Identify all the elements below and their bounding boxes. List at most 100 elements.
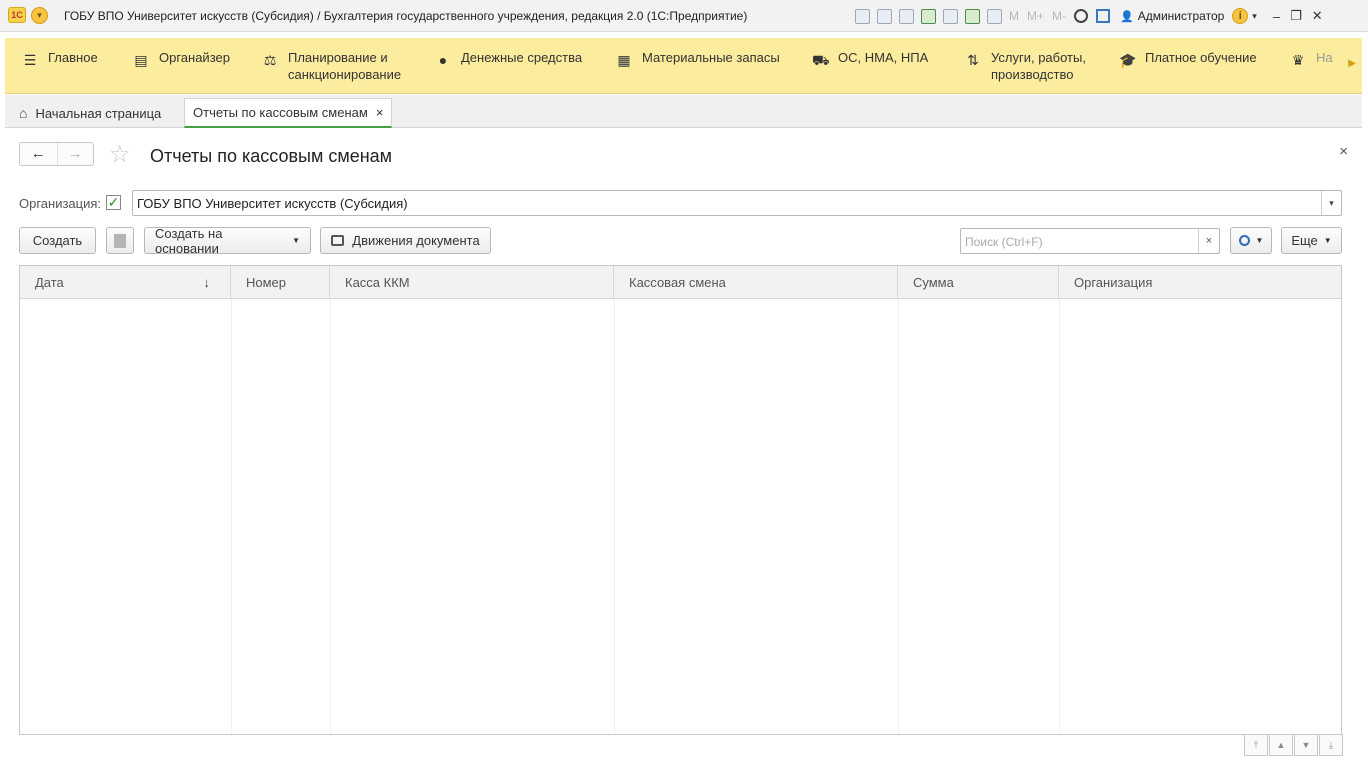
copy-icon[interactable] [943,8,958,24]
memory-m-minus[interactable]: M- [1052,9,1066,23]
document-movements-button[interactable]: Движения документа [320,227,491,254]
caret-down-icon: ▼ [1255,236,1264,245]
close-window-button[interactable]: ✕ [1312,8,1323,24]
section-organizer[interactable]: ▤ Органайзер [133,49,230,68]
tab-home-label: Начальная страница [35,105,162,121]
tab-cash-shift-reports[interactable]: Отчеты по кассовым сменам × [184,98,393,128]
section-label: Органайзер [159,50,230,65]
section-label: ОС, НМА, НПА [838,50,929,65]
column-header-date[interactable]: Дата ↓ [20,266,231,299]
forward-arrow-icon[interactable]: → [56,143,94,165]
organization-checkbox[interactable]: ✓ [106,195,121,210]
search-icon [1238,235,1250,246]
tab-home[interactable]: ⌂ Начальная страница [11,98,169,128]
section-label: Услуги, работы, производство [991,50,1086,82]
scroll-right-icon[interactable]: ▶ [1348,58,1356,69]
navigation-buttons: ← → [19,142,94,166]
info-icon[interactable]: i [1232,8,1249,24]
restore-button[interactable]: ❐ [1290,8,1302,24]
caret-down-icon: ▼ [1323,236,1332,245]
list-scroll-buttons: ⤒ ▲ ▼ ⤓ [1243,734,1343,756]
ruble-coin-icon: ● [438,52,448,68]
favorite-star-icon[interactable]: ☆ [109,140,131,169]
printer-icon [331,235,345,246]
toolbar-icons: M M+ M- 👤 Администратор i ▾ – ❐ ✕ [855,7,1323,25]
print-icon[interactable] [877,8,892,24]
column-cash-register-label: Касса ККМ [345,275,410,290]
memory-m-plus[interactable]: M+ [1027,9,1044,23]
section-label: Главное [48,50,98,65]
zoom-icon[interactable] [1074,9,1089,23]
section-paid-education[interactable]: 🎓 Платное обучение [1119,49,1257,68]
save-icon[interactable] [855,8,870,24]
sections-panel: ☰ Главное ▤ Органайзер ⚖ Планирование и … [5,38,1362,94]
column-date-label: Дата [35,275,64,290]
dropdown-icon[interactable]: ▾ [1321,191,1341,215]
document-copy-icon [114,233,126,248]
info-dropdown-icon[interactable]: ▾ [1252,11,1257,22]
back-arrow-icon[interactable]: ← [20,143,57,165]
user-name[interactable]: Администратор [1138,9,1225,23]
truck-icon: ⛟ [812,52,830,68]
section-label: Материальные запасы [642,50,780,65]
section-services[interactable]: ⇅ Услуги, работы, производство [965,49,1101,83]
search-field[interactable]: × [960,228,1220,254]
section-main[interactable]: ☰ Главное [22,49,98,68]
minimize-button[interactable]: – [1273,9,1280,24]
create-based-on-button[interactable]: Создать на основании ▼ [144,225,311,256]
section-money[interactable]: ● Денежные средства [435,49,582,68]
scroll-down-icon[interactable]: ▼ [1294,734,1318,756]
main-menu-button[interactable]: ▾ [31,7,48,24]
column-header-number[interactable]: Номер [231,266,330,299]
column-divider [231,299,232,734]
column-divider [330,299,331,734]
documents-table[interactable]: Дата ↓ Номер Касса ККМ Кассовая смена Су… [19,265,1342,735]
sort-descending-icon: ↓ [203,275,211,290]
create-based-on-label: Создать на основании [155,225,223,256]
more-button[interactable]: Еще ▼ [1281,227,1342,254]
close-form-icon[interactable]: × [1339,143,1348,160]
section-fixed-assets[interactable]: ⛟ ОС, НМА, НПА [812,49,928,68]
list-form: ← → ☆ Отчеты по кассовым сменам × Органи… [5,129,1362,769]
create-button[interactable]: Создать [19,227,96,254]
column-header-cash-shift[interactable]: Кассовая смена [614,266,898,299]
preview-icon[interactable] [899,8,914,24]
section-planning[interactable]: ⚖ Планирование и санкционирование [262,49,408,83]
memory-m[interactable]: M [1009,9,1019,23]
clear-search-icon[interactable]: × [1198,229,1219,253]
open-windows-bar: ⌂ Начальная страница Отчеты по кассовым … [5,95,1362,128]
column-header-organization[interactable]: Организация [1059,266,1341,299]
column-divider [614,299,615,734]
home-icon: ⌂ [19,105,28,121]
section-taxes[interactable]: ♛ На [1290,49,1333,68]
organization-field[interactable]: ГОБУ ВПО Университет искусств (Субсидия)… [132,190,1342,216]
section-label: Денежные средства [461,50,583,65]
panels-icon[interactable] [1096,9,1111,23]
calendar-icon[interactable] [987,8,1002,24]
title-bar: 1C ▾ ГОБУ ВПО Университет искусств (Субс… [0,0,1368,32]
close-tab-icon[interactable]: × [376,105,384,120]
column-divider [1059,299,1060,734]
upload-icon[interactable] [921,8,936,24]
scroll-to-top-icon[interactable]: ⤒ [1244,734,1268,756]
table-body[interactable] [20,299,1341,734]
hamburger-icon: ☰ [23,52,37,68]
column-number-label: Номер [246,275,287,290]
column-header-cash-register[interactable]: Касса ККМ [330,266,614,299]
search-input[interactable] [965,233,1197,250]
section-label: Платное обучение [1145,50,1257,65]
create-button-label: Создать [32,233,83,248]
tab-active-label: Отчеты по кассовым сменам [193,105,368,120]
app-logo-icon: 1C [8,7,26,23]
calculator-icon[interactable] [965,8,980,24]
organizer-icon: ▤ [134,52,148,68]
column-divider [898,299,899,734]
section-label: Планирование и санкционирование [288,50,402,82]
copy-document-button[interactable] [106,227,134,254]
column-header-amount[interactable]: Сумма [898,266,1059,299]
scroll-to-bottom-icon[interactable]: ⤓ [1319,734,1343,756]
caret-down-icon: ▼ [292,236,300,245]
search-button[interactable]: ▼ [1230,227,1272,254]
scroll-up-icon[interactable]: ▲ [1269,734,1293,756]
section-materials[interactable]: ▦ Материальные запасы [616,49,780,68]
